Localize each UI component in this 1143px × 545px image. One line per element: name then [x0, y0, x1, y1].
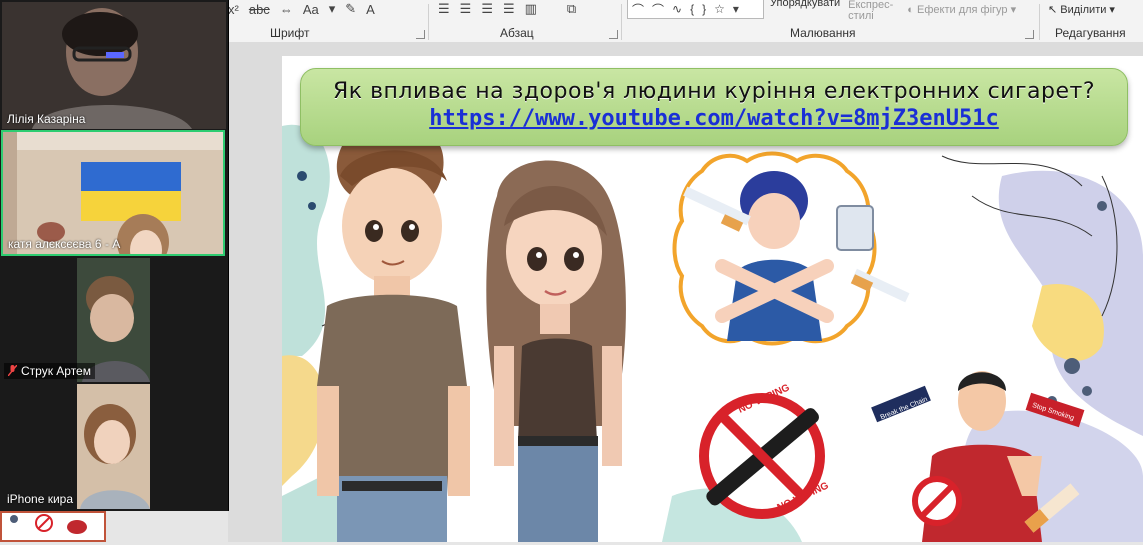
chevron-down-icon[interactable]: ▾ — [329, 1, 336, 17]
drawing-dialog-launcher[interactable] — [1025, 30, 1034, 39]
font-dialog-launcher[interactable] — [416, 30, 425, 39]
slide[interactable]: NO VAPING NO VAPING Break the Chain Stop… — [282, 56, 1143, 542]
align-right-icon[interactable]: ☰ — [481, 1, 493, 17]
font-color-icon[interactable]: A — [366, 2, 375, 17]
participant-name: катя алєксєєва 6 - А — [8, 237, 121, 251]
blob-shape — [282, 124, 330, 356]
shape-curve-icon[interactable]: ⌒ — [632, 1, 644, 18]
title-banner: Як впливає на здоров'я людини куріння ел… — [300, 68, 1128, 146]
shape-arc-icon[interactable]: ⌒ — [652, 1, 664, 18]
smartart-icon[interactable]: ⧉ — [567, 1, 576, 17]
align-center-icon[interactable]: ☰ — [460, 1, 472, 17]
paragraph-dialog-launcher[interactable] — [609, 30, 618, 39]
superscript-button[interactable]: x² — [228, 2, 239, 17]
shape-effects-button[interactable]: ◐ Ефекти для фігур ▾ — [907, 3, 1016, 16]
participant-video — [2, 2, 226, 129]
columns-icon[interactable]: ▥ — [525, 1, 537, 17]
shape-star-icon[interactable]: ☆ — [714, 2, 725, 16]
editing-tools: ↖ Виділити ▾ — [1048, 0, 1115, 18]
char-spacing-icon[interactable]: ⇔ — [280, 2, 293, 17]
divider — [1039, 4, 1040, 40]
arrange-button[interactable]: Упорядкувати — [770, 0, 840, 9]
group-label-paragraph: Абзац — [500, 26, 534, 40]
participant-name: iPhone кира — [7, 492, 73, 506]
gallery-more-icon[interactable]: ▾ — [733, 2, 739, 16]
participant-video — [77, 384, 150, 509]
highlight-icon[interactable]: ✎ — [345, 1, 356, 17]
girl-character — [486, 160, 626, 542]
participant-tile-active[interactable]: катя алєксєєва 6 - А — [1, 130, 225, 256]
no-smoking-badge — [672, 151, 910, 346]
break-chain-sticker: Break the Chain — [871, 385, 931, 423]
drawing-tools: Упорядкувати Експрес-стилі ◐ Ефекти для … — [770, 0, 1016, 22]
participant-panel: Лілія Казаріна катя алєксєєва 6 - А Стру… — [0, 0, 229, 511]
group-label-drawing: Малювання — [790, 26, 856, 40]
dot-shape — [1097, 201, 1107, 211]
boy-character — [317, 122, 470, 542]
dot-shape — [1082, 386, 1092, 396]
participant-tile[interactable]: Струк Артем — [2, 258, 226, 382]
strikethrough-button[interactable]: abc — [249, 2, 270, 17]
font-tools: x² abc ⇔ Aa ▾ ✎ A — [228, 0, 385, 18]
shape-brace-right-icon[interactable]: } — [702, 2, 706, 16]
slide-title: Як впливає на здоров'я людини куріння ел… — [333, 79, 1095, 104]
group-label-font: Шрифт — [270, 26, 310, 40]
dot-shape — [1064, 358, 1080, 374]
cursor-icon: ↖ — [1048, 3, 1058, 16]
shapes-gallery[interactable]: ⌒ ⌒ ∿ { } ☆ ▾ — [627, 0, 764, 19]
participant-tile[interactable]: iPhone кира — [2, 384, 226, 509]
participant-name: Лілія Казаріна — [7, 112, 86, 126]
dot-shape — [308, 202, 316, 210]
paragraph-tools: ☰ ☰ ☰ ☰ ▥ ⧉ — [438, 0, 586, 18]
divider — [428, 4, 429, 40]
slide-thumbnail[interactable] — [0, 511, 106, 542]
divider — [621, 4, 622, 40]
change-case-button[interactable]: Aa — [303, 2, 319, 17]
shape-brace-left-icon[interactable]: { — [690, 2, 694, 16]
select-button[interactable]: ↖ Виділити ▾ — [1048, 3, 1115, 16]
dot-shape — [297, 171, 307, 181]
justify-icon[interactable]: ☰ — [503, 1, 515, 17]
effects-icon: ◐ — [907, 3, 914, 16]
microphone-muted-icon — [7, 364, 18, 377]
participant-tile[interactable]: Лілія Казаріна — [2, 2, 226, 129]
youtube-link[interactable]: https://www.youtube.com/watch?v=8mjZ3enU… — [429, 106, 999, 131]
quick-styles-button[interactable]: Експрес-стилі — [848, 0, 893, 22]
thumbnail-preview — [10, 514, 87, 534]
participant-name: Струк Артем — [21, 364, 91, 378]
group-label-editing: Редагування — [1055, 26, 1126, 40]
shape-wave-icon[interactable]: ∿ — [672, 2, 682, 16]
align-left-icon[interactable]: ☰ — [438, 1, 450, 17]
participant-name-tag: Струк Артем — [4, 363, 95, 379]
